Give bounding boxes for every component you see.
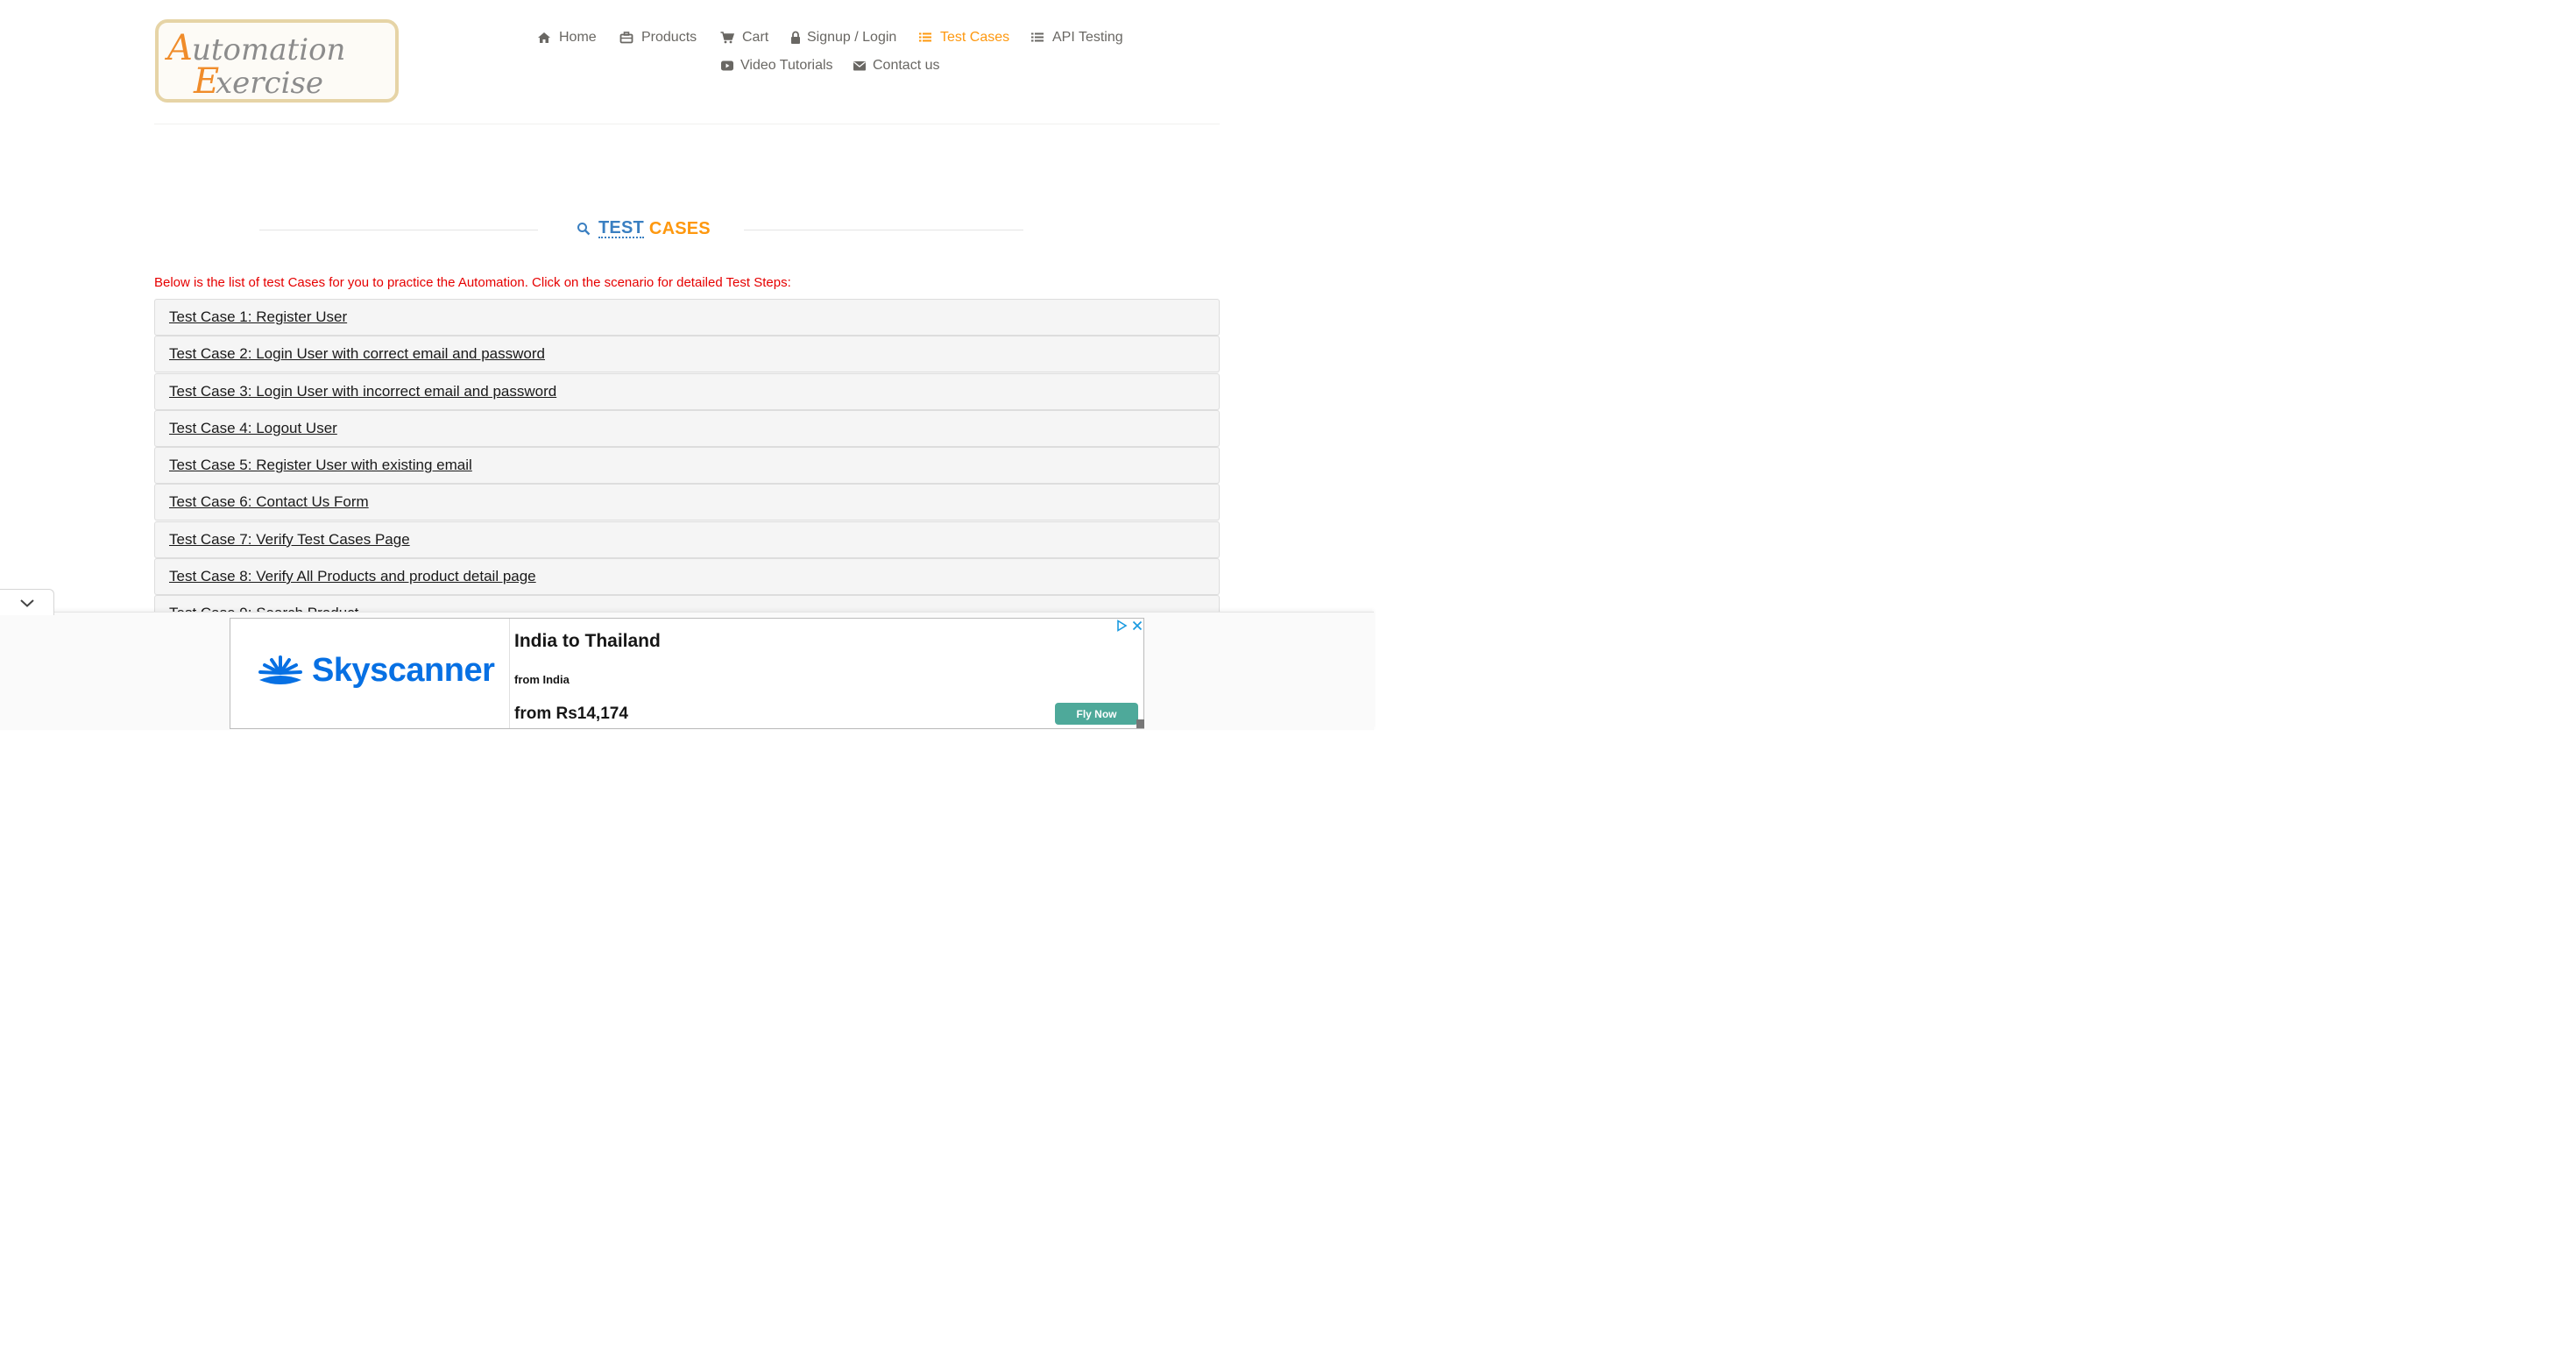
nav-signup-login[interactable]: Signup / Login <box>790 28 896 47</box>
video-icon <box>721 60 733 71</box>
test-case-link[interactable]: Test Case 5: Register User with existing… <box>154 447 1220 485</box>
nav-contact-us[interactable]: Contact us <box>853 56 939 75</box>
search-icon <box>577 223 591 236</box>
list-icon <box>1031 32 1044 42</box>
nav-video-tutorials-label: Video Tutorials <box>740 58 833 73</box>
ad-corner-marker <box>1136 719 1144 728</box>
ad-headline: India to Thailand <box>514 631 661 651</box>
test-case-link[interactable]: Test Case 8: Verify All Products and pro… <box>154 558 1220 596</box>
test-case-link[interactable]: Test Case 2: Login User with correct ema… <box>154 336 1220 373</box>
envelope-icon <box>853 61 866 71</box>
brand-name: Skyscanner <box>312 652 495 689</box>
nav-home-label: Home <box>559 30 597 45</box>
svg-text:A: A <box>164 28 193 68</box>
intro-text: Below is the list of test Cases for you … <box>154 275 791 290</box>
nav-cart-label: Cart <box>742 30 769 45</box>
nav-products[interactable]: Products <box>619 28 697 47</box>
nav-api-testing-label: API Testing <box>1052 30 1123 45</box>
brand-logo: Skyscanner <box>256 652 495 690</box>
nav-video-tutorials[interactable]: Video Tutorials <box>720 56 833 75</box>
cart-icon <box>720 32 734 44</box>
site-logo[interactable]: A utomation E xercise <box>155 19 399 103</box>
logo-text-line2: xercise <box>216 66 323 99</box>
nav-api-testing[interactable]: API Testing <box>1030 28 1123 47</box>
nav-products-label: Products <box>641 30 697 45</box>
list-icon <box>919 32 931 42</box>
test-case-link[interactable]: Test Case 6: Contact Us Form <box>154 484 1220 521</box>
page-title: TEST CASES <box>577 217 711 240</box>
lock-icon <box>791 31 800 44</box>
close-icon[interactable] <box>1131 620 1143 632</box>
test-case-link[interactable]: Test Case 4: Logout User <box>154 409 1220 447</box>
chevron-down-icon <box>19 599 34 607</box>
ad-price: from Rs14,174 <box>514 705 628 723</box>
test-case-link[interactable]: Test Case 7: Verify Test Cases Page <box>154 521 1220 558</box>
collapse-ad-button[interactable] <box>0 589 54 615</box>
nav-contact-us-label: Contact us <box>873 58 940 73</box>
nav-test-cases[interactable]: Test Cases <box>918 28 1009 47</box>
test-case-link[interactable]: Test Case 1: Register User <box>154 299 1220 336</box>
test-case-list: Test Case 1: Register User Test Case 2: … <box>154 299 1220 633</box>
page-title-test: TEST <box>598 218 644 238</box>
nav-signup-login-label: Signup / Login <box>807 30 897 45</box>
page-title-cases: CASES <box>648 218 711 238</box>
advertisement[interactable]: Skyscanner India to Thailand from India … <box>230 618 1144 729</box>
test-case-link[interactable]: Test Case 3: Login User with incorrect e… <box>154 372 1220 410</box>
fly-now-button[interactable]: Fly Now <box>1055 703 1138 725</box>
nav-cart[interactable]: Cart <box>720 28 768 47</box>
nav-home[interactable]: Home <box>537 28 597 47</box>
nav-test-cases-label: Test Cases <box>940 30 1010 45</box>
ad-subtext: from India <box>514 673 570 686</box>
skyscanner-sunrise-icon <box>258 655 302 684</box>
ad-choices-icon[interactable] <box>1115 620 1128 632</box>
home-icon <box>538 32 550 43</box>
ad-brand-panel: Skyscanner <box>230 619 510 728</box>
briefcase-icon <box>619 32 633 44</box>
